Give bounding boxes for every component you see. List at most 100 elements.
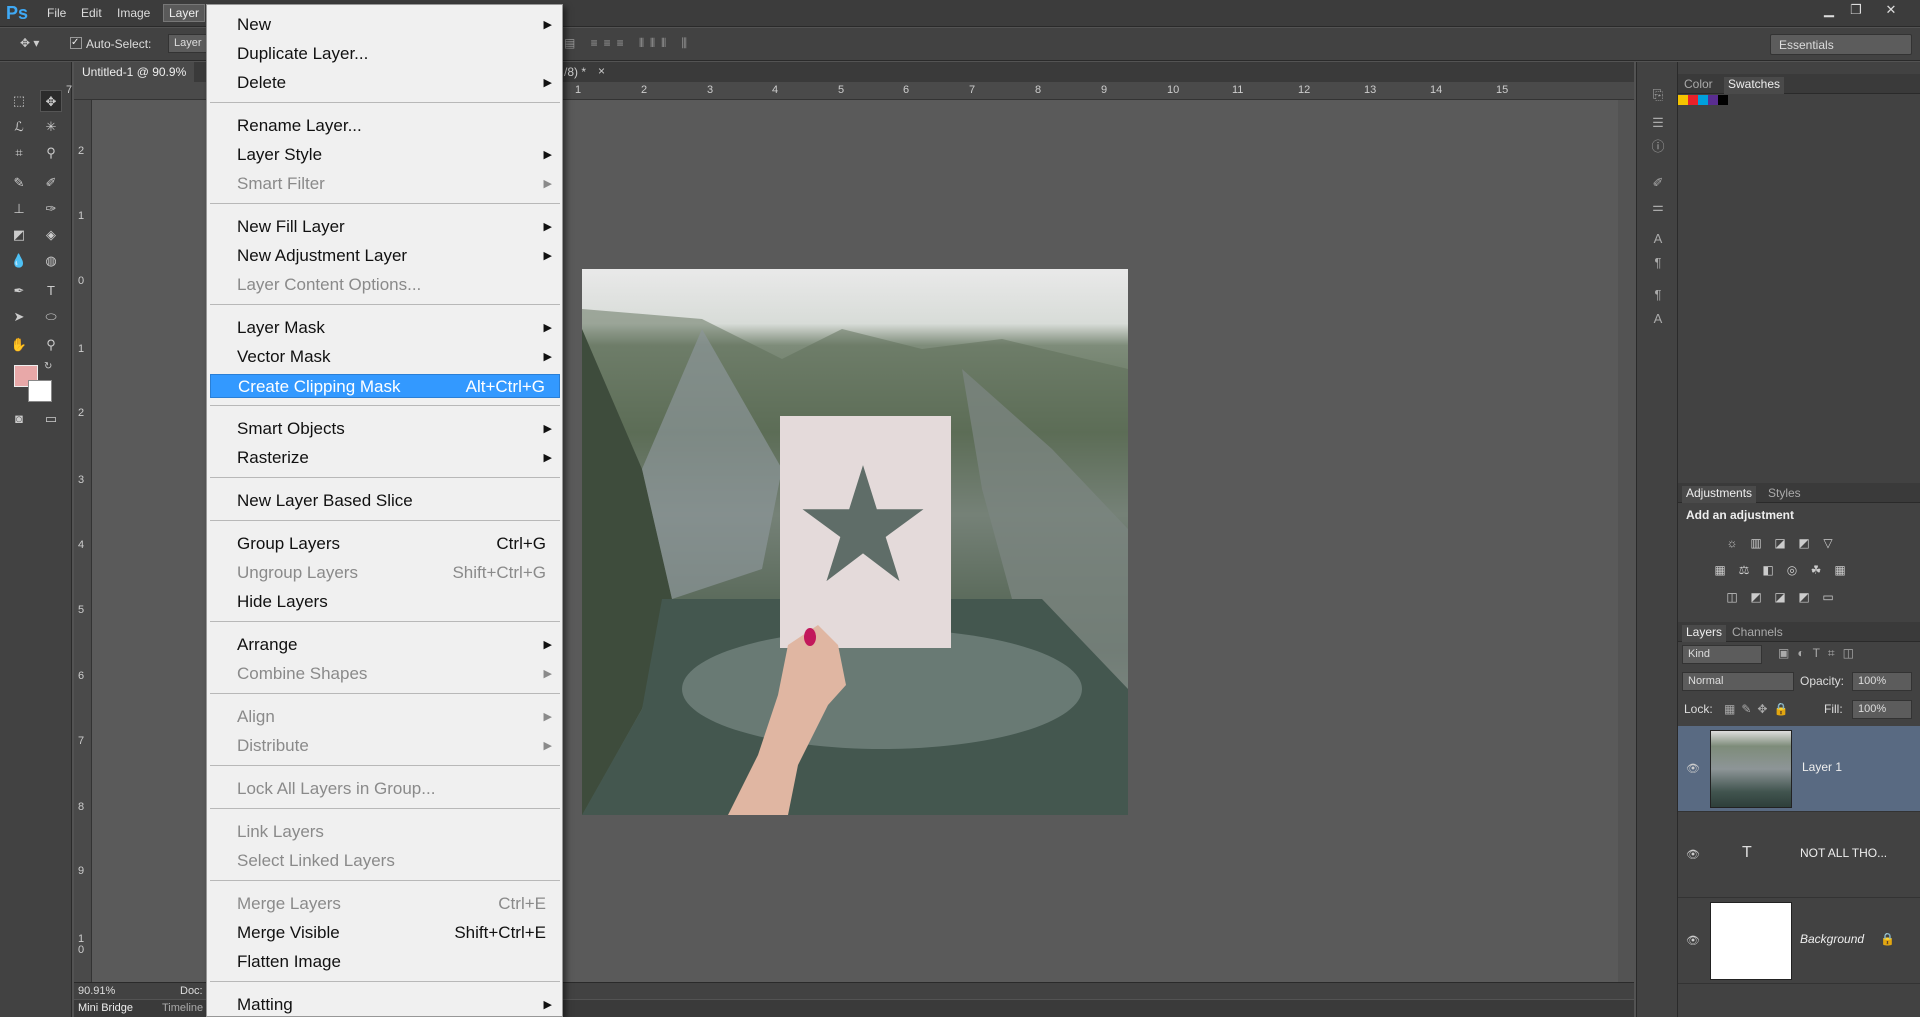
ellipse-tool-icon[interactable]: ⬭ [40, 306, 62, 328]
path-selection-icon[interactable]: ➤ [8, 306, 30, 328]
curves-icon[interactable]: ◪ [1772, 536, 1788, 550]
menu-item-group-layers[interactable]: Group Layers Ctrl+G [210, 532, 560, 556]
adjustments-tab[interactable]: Adjustments [1682, 486, 1757, 503]
menu-item-combine-shapes[interactable]: Combine Shapes ▶ [210, 662, 560, 686]
layer-row-layer-1[interactable]: 👁 Layer 1 [1678, 726, 1920, 812]
timeline-tab[interactable]: Timeline [162, 1002, 203, 1014]
menu-edit[interactable]: Edit [81, 6, 102, 20]
layer-name[interactable]: NOT ALL THO... [1800, 846, 1887, 860]
kind-filter-dropdown[interactable]: Kind [1682, 645, 1762, 664]
healing-brush-icon[interactable]: ✎ [8, 172, 30, 194]
selective-color-icon[interactable]: ◩ [1796, 590, 1812, 604]
zoom-tool-icon[interactable]: ⚲ [40, 334, 62, 356]
fill-field[interactable]: 100% [1852, 700, 1912, 719]
menu-item-merge-layers[interactable]: Merge Layers Ctrl+E [210, 892, 560, 916]
info-panel-icon[interactable]: ⓘ [1647, 136, 1669, 158]
menu-item-link-layers[interactable]: Link Layers [210, 820, 560, 844]
menu-item-layer-mask[interactable]: Layer Mask ▶ [210, 316, 560, 340]
crop-tool-icon[interactable]: ⌗ [8, 142, 30, 164]
close-tab-icon[interactable]: × [598, 64, 605, 78]
brush-panel-icon[interactable]: ✐ [1647, 172, 1669, 194]
character-panel-icon[interactable]: A [1647, 228, 1669, 250]
menu-item-rename-layer[interactable]: Rename Layer... [210, 114, 560, 138]
swatch[interactable] [1678, 95, 1688, 105]
background-color[interactable] [28, 380, 52, 402]
paragraph-styles-icon[interactable]: A [1647, 308, 1669, 330]
menu-item-new[interactable]: New ▶ [210, 13, 560, 37]
menu-item-vector-mask[interactable]: Vector Mask ▶ [210, 345, 560, 369]
menu-item-select-linked-layers[interactable]: Select Linked Layers [210, 849, 560, 873]
history-brush-icon[interactable]: ✑ [40, 198, 62, 220]
swap-colors-icon[interactable]: ↻ [44, 361, 52, 372]
lasso-tool-icon[interactable]: ℒ [8, 116, 30, 138]
brush-tool-icon[interactable]: ✐ [40, 172, 62, 194]
mini-bridge-tab[interactable]: Mini Bridge [78, 1002, 133, 1014]
swatch[interactable] [1688, 95, 1698, 105]
layer-row-background[interactable]: 👁 Background 🔒 [1678, 898, 1920, 984]
menu-item-hide-layers[interactable]: Hide Layers [210, 590, 560, 614]
marquee-tool-icon[interactable]: ⬚ [8, 90, 30, 112]
menu-item-merge-visible[interactable]: Merge Visible Shift+Ctrl+E [210, 921, 560, 945]
auto-select-checkbox[interactable]: ✓ [70, 37, 82, 49]
menu-item-layer-content-options[interactable]: Layer Content Options... [210, 273, 560, 297]
align-icons[interactable]: ▤ ≡≡≡ ⫴⫴⫴ ⫼ [564, 36, 693, 51]
visibility-eye-icon[interactable]: 👁 [1686, 848, 1702, 862]
menu-image[interactable]: Image [117, 6, 150, 20]
levels-icon[interactable]: ▥ [1748, 536, 1764, 550]
move-tool-preset-icon[interactable]: ✥ ▾ [20, 36, 39, 50]
invert-icon[interactable]: ◫ [1724, 590, 1740, 604]
document-tab[interactable]: Untitled-1 @ 90.9% [74, 62, 195, 82]
type-tool-icon[interactable]: T [40, 280, 62, 302]
close-icon[interactable]: ✕ [1880, 2, 1902, 18]
eyedropper-icon[interactable]: ⚲ [40, 142, 62, 164]
menu-item-distribute[interactable]: Distribute ▶ [210, 734, 560, 758]
threshold-icon[interactable]: ◪ [1772, 590, 1788, 604]
layer-name[interactable]: Background [1800, 932, 1864, 946]
menu-item-duplicate-layer[interactable]: Duplicate Layer... [210, 42, 560, 66]
history-panel-icon[interactable]: ⎘ [1647, 84, 1669, 106]
character-styles-icon[interactable]: ¶ [1647, 284, 1669, 306]
properties-panel-icon[interactable]: ☰ [1647, 112, 1669, 134]
black-white-icon[interactable]: ◧ [1760, 563, 1776, 577]
paint-bucket-icon[interactable]: ◈ [40, 224, 62, 246]
exposure-icon[interactable]: ◩ [1796, 536, 1812, 550]
vibrance-icon[interactable]: ▽ [1820, 536, 1836, 550]
menu-item-flatten-image[interactable]: Flatten Image [210, 950, 560, 974]
menu-item-new-fill-layer[interactable]: New Fill Layer ▶ [210, 215, 560, 239]
channel-mixer-icon[interactable]: ☘ [1808, 563, 1824, 577]
layer-filter-icons[interactable]: ▣◐T⌗◫ [1778, 646, 1862, 661]
layers-tab[interactable]: Layers [1682, 625, 1727, 642]
blur-tool-icon[interactable]: 💧 [8, 250, 30, 272]
layer-name[interactable]: Layer 1 [1802, 760, 1842, 774]
clone-stamp-icon[interactable]: ⊥ [8, 198, 30, 220]
menu-item-arrange[interactable]: Arrange ▶ [210, 633, 560, 657]
menu-item-lock-all-layers-in-group[interactable]: Lock All Layers in Group... [210, 777, 560, 801]
menu-item-ungroup-layers[interactable]: Ungroup Layers Shift+Ctrl+G [210, 561, 560, 585]
brightness-icon[interactable]: ☼ [1724, 536, 1740, 550]
menu-item-align[interactable]: Align ▶ [210, 705, 560, 729]
swatch[interactable] [1698, 95, 1708, 105]
menu-file[interactable]: File [47, 6, 66, 20]
posterize-icon[interactable]: ◩ [1748, 590, 1764, 604]
color-lookup-icon[interactable]: ▦ [1832, 563, 1848, 577]
color-tab[interactable]: Color [1680, 77, 1717, 91]
eraser-icon[interactable]: ◩ [8, 224, 30, 246]
paragraph-panel-icon[interactable]: ¶ [1647, 252, 1669, 274]
styles-tab[interactable]: Styles [1764, 486, 1805, 500]
workspace-dropdown[interactable]: Essentials [1770, 34, 1912, 55]
layer-row-text[interactable]: 👁 T NOT ALL THO... [1678, 812, 1920, 898]
photo-filter-icon[interactable]: ◎ [1784, 563, 1800, 577]
visibility-eye-icon[interactable]: 👁 [1686, 934, 1702, 948]
move-tool-icon[interactable]: ✥ [40, 90, 62, 112]
auto-select-dropdown[interactable]: Layer [168, 34, 208, 53]
menu-item-create-clipping-mask[interactable]: Create Clipping Mask Alt+Ctrl+G [210, 374, 560, 398]
magic-wand-icon[interactable]: ✳ [40, 116, 62, 138]
visibility-eye-icon[interactable]: 👁 [1686, 762, 1702, 776]
hand-tool-icon[interactable]: ✋ [8, 334, 30, 356]
restore-icon[interactable]: ❐ [1845, 2, 1867, 18]
opacity-field[interactable]: 100% [1852, 672, 1912, 691]
zoom-level[interactable]: 90.91% [78, 985, 115, 997]
channels-tab[interactable]: Channels [1728, 625, 1787, 639]
swatch[interactable] [1718, 95, 1728, 105]
menu-item-new-layer-based-slice[interactable]: New Layer Based Slice [210, 489, 560, 513]
